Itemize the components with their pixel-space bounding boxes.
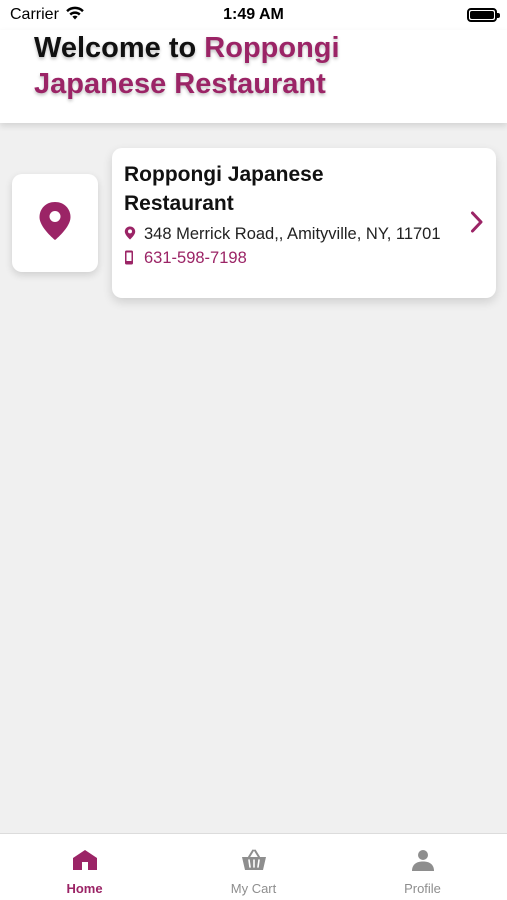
basket-icon [241,849,267,876]
tab-profile-label: Profile [404,881,441,896]
tab-bar: Home My Cart Profile [0,833,507,900]
phone-icon [124,246,144,270]
home-icon [72,849,98,876]
header: Welcome to Roppongi Japanese Restaurant [0,30,507,123]
location-icon [124,222,144,245]
address-row: 348 Merrick Road,, Amityville, NY, 11701 [124,222,482,246]
tab-home[interactable]: Home [0,834,169,900]
wifi-icon [65,5,85,26]
status-bar: Carrier 1:49 AM [0,0,507,30]
welcome-prefix: Welcome to [34,32,205,64]
welcome-title: Welcome to Roppongi Japanese Restaurant [34,30,473,102]
battery-icon [467,8,500,22]
carrier-label: Carrier [10,6,59,23]
restaurant-name: Roppongi Japanese Restaurant [124,163,324,215]
status-left: Carrier [10,5,85,26]
chevron-right-icon[interactable] [470,210,484,239]
restaurant-phone[interactable]: 631-598-7198 [144,246,247,270]
person-icon [410,849,436,876]
restaurant-address: 348 Merrick Road,, Amityville, NY, 11701 [144,225,441,243]
tab-home-label: Home [66,881,103,896]
phone-row: 631-598-7198 [124,246,482,270]
map-pin-icon [38,201,72,246]
tab-my-cart[interactable]: My Cart [169,834,338,900]
tab-profile[interactable]: Profile [338,834,507,900]
tab-my-cart-label: My Cart [230,881,277,896]
restaurant-card[interactable]: Roppongi Japanese Restaurant 348 Merrick… [112,148,496,298]
restaurant-logo[interactable] [12,174,98,272]
